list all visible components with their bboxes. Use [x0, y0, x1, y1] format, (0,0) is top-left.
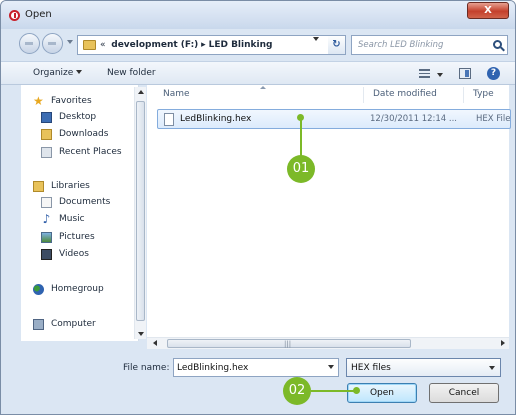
- file-name-input[interactable]: [173, 358, 339, 377]
- scroll-up-icon[interactable]: [138, 90, 144, 94]
- title-bar: Open X: [1, 1, 515, 29]
- file-name-label: File name:: [123, 363, 170, 373]
- breadcrumb: « development (F:) ▸ LED Blinking: [100, 40, 272, 50]
- file-icon: [164, 113, 174, 126]
- app-icon: [9, 10, 20, 21]
- organize-dropdown-icon: [76, 70, 83, 74]
- recent-places-icon: [41, 147, 52, 158]
- sidebar-label: Documents: [59, 197, 111, 207]
- sidebar-label: Recent Places: [59, 147, 122, 157]
- horizontal-scroll-thumb[interactable]: |||: [167, 339, 411, 348]
- address-dropdown-icon[interactable]: [313, 37, 319, 41]
- sidebar-item-libraries[interactable]: Libraries: [21, 179, 139, 195]
- cancel-button[interactable]: Cancel: [429, 383, 499, 403]
- music-icon: ♪: [42, 212, 51, 226]
- sidebar-label: Homegroup: [51, 284, 104, 294]
- file-row[interactable]: LedBlinking.hex 12/30/2011 12:14 ... HEX…: [157, 109, 511, 129]
- sidebar-label: Pictures: [59, 232, 95, 242]
- new-folder-button[interactable]: New folder: [107, 68, 156, 78]
- file-type-select[interactable]: HEX files: [346, 358, 501, 377]
- sidebar-label: Favorites: [51, 96, 92, 106]
- sidebar-item-pictures[interactable]: Pictures: [21, 230, 139, 246]
- scroll-right-icon[interactable]: [501, 340, 505, 346]
- help-icon[interactable]: ?: [487, 67, 500, 80]
- toolbar: Organize New folder ?: [1, 61, 515, 85]
- refresh-button[interactable]: ↻: [328, 35, 346, 55]
- callout-pointer-dot: [353, 387, 360, 394]
- homegroup-icon: [33, 284, 44, 295]
- horizontal-scrollbar[interactable]: |||: [147, 337, 509, 349]
- views-icon[interactable]: [419, 69, 430, 78]
- sidebar-label: Computer: [51, 319, 96, 329]
- file-date-modified: 12/30/2011 12:14 ...: [370, 114, 457, 124]
- recent-locations-dropdown[interactable]: [67, 40, 73, 44]
- sidebar-item-computer[interactable]: Computer: [21, 317, 139, 333]
- folder-icon: [83, 40, 96, 50]
- videos-icon: [41, 249, 52, 260]
- navigation-row: « development (F:) ▸ LED Blinking ↻ Sear…: [1, 29, 515, 59]
- file-type-dropdown-icon: [489, 366, 495, 370]
- callout-leader-line: [311, 390, 357, 392]
- breadcrumb-led-blinking[interactable]: LED Blinking: [209, 40, 273, 50]
- address-bar[interactable]: « development (F:) ▸ LED Blinking: [77, 35, 329, 55]
- file-type: HEX File: [476, 114, 511, 124]
- column-header-type[interactable]: Type: [473, 89, 494, 99]
- star-icon: ★: [33, 94, 44, 108]
- sidebar-item-documents[interactable]: Documents: [21, 195, 139, 211]
- callout-leader-line: [300, 118, 302, 156]
- file-list: Name Date modified Type LedBlinking.hex …: [147, 85, 511, 337]
- libraries-icon: [33, 181, 44, 192]
- sidebar-item-desktop[interactable]: Desktop: [21, 110, 139, 126]
- file-name-dropdown-icon[interactable]: [328, 365, 334, 369]
- column-divider[interactable]: [463, 87, 464, 103]
- callout-01: 01: [287, 155, 315, 183]
- navigation-pane: ★ Favorites Desktop Downloads Recent Pla…: [21, 85, 139, 341]
- scroll-left-icon[interactable]: [153, 340, 157, 346]
- sidebar-label: Downloads: [59, 129, 109, 139]
- documents-icon: [41, 197, 52, 208]
- breadcrumb-development[interactable]: development (F:): [111, 40, 198, 50]
- search-icon[interactable]: [493, 40, 502, 49]
- pictures-icon: [41, 232, 52, 243]
- breadcrumb-prefix[interactable]: «: [100, 40, 106, 50]
- sidebar-label: Desktop: [59, 112, 97, 122]
- navigation-scroll-thumb[interactable]: [136, 101, 145, 321]
- sidebar-item-videos[interactable]: Videos: [21, 247, 139, 263]
- scroll-grip-icon: |||: [284, 340, 292, 348]
- search-input[interactable]: Search LED Blinking: [351, 35, 508, 55]
- column-divider[interactable]: [363, 87, 364, 103]
- breadcrumb-separator-icon[interactable]: ▸: [201, 40, 206, 50]
- sort-ascending-icon: [260, 86, 266, 89]
- desktop-icon: [41, 112, 52, 123]
- sidebar-item-homegroup[interactable]: Homegroup: [21, 282, 139, 298]
- sidebar-label: Music: [59, 214, 85, 224]
- views-dropdown-icon[interactable]: [437, 73, 443, 77]
- downloads-icon: [41, 129, 52, 140]
- column-header-date-modified[interactable]: Date modified: [373, 89, 437, 99]
- navigation-scrollbar[interactable]: [134, 87, 146, 339]
- sidebar-item-downloads[interactable]: Downloads: [21, 127, 139, 143]
- file-type-value: HEX files: [351, 363, 391, 373]
- computer-icon: [33, 319, 44, 330]
- open-dialog: Open X « development (F:) ▸ LED Blinking…: [0, 0, 516, 415]
- organize-button[interactable]: Organize: [33, 68, 83, 78]
- organize-label: Organize: [33, 68, 74, 78]
- callout-02: 02: [283, 377, 311, 405]
- close-button[interactable]: X: [467, 2, 509, 19]
- sidebar-label: Videos: [59, 249, 89, 259]
- back-button[interactable]: [19, 33, 40, 54]
- window-title: Open: [25, 9, 52, 20]
- sidebar-item-favorites[interactable]: ★ Favorites: [21, 94, 139, 110]
- search-placeholder: Search LED Blinking: [358, 40, 444, 50]
- scroll-down-icon[interactable]: [138, 332, 144, 336]
- preview-pane-icon[interactable]: [459, 68, 471, 79]
- file-name: LedBlinking.hex: [180, 114, 252, 124]
- sidebar-item-music[interactable]: ♪ Music: [21, 212, 139, 228]
- column-header-name[interactable]: Name: [163, 89, 190, 99]
- forward-button[interactable]: [42, 33, 63, 54]
- sidebar-label: Libraries: [51, 181, 90, 191]
- sidebar-item-recent-places[interactable]: Recent Places: [21, 145, 139, 161]
